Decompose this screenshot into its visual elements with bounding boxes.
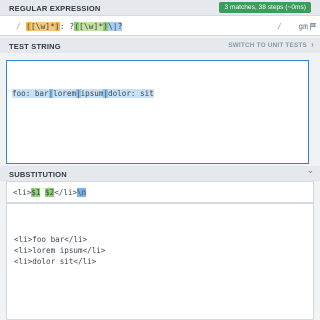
group2-body: [\w]*	[79, 21, 104, 31]
regex-header-title: REGULAR EXPRESSION	[9, 3, 101, 13]
sub-li-open: <li>	[13, 188, 32, 197]
pattern-separator: :	[59, 21, 70, 31]
sub-newline: \n	[77, 188, 87, 197]
substitution-result: <li>foo bar</li> <li>lorem ipsum</li> <l…	[6, 203, 314, 320]
test-string-text[interactable]: foo: bar|lorem|ipsum|dolor: sit	[12, 89, 154, 99]
substitution-header-title: SUBSTITUTION	[9, 169, 67, 179]
test-string-header: TEST STRING SWITCH TO UNIT TESTS ›	[0, 38, 320, 53]
match-info-badge[interactable]: 3 matches, 38 steps (~0ms)	[219, 2, 311, 13]
match-2-pipe: |	[76, 89, 81, 98]
test-string-header-title: TEST STRING	[9, 41, 61, 51]
switch-chevron-icon[interactable]: ›	[311, 40, 314, 49]
group1-body: [\w]*	[30, 21, 55, 31]
regex-flags[interactable]: gm	[298, 22, 308, 31]
substitution-input[interactable]: <li>$1 $2</li>\n	[6, 181, 314, 203]
sub-li-close: </li>	[54, 188, 78, 197]
test-string-editor[interactable]: foo: bar|lorem|ipsum|dolor: sit	[6, 60, 309, 164]
regex-header: REGULAR EXPRESSION 3 matches, 38 steps (…	[0, 0, 320, 15]
substitution-header: SUBSTITUTION ⌄	[0, 166, 320, 181]
match-1: foo: bar	[12, 89, 49, 98]
match-3: dolor: sit	[108, 89, 154, 98]
match-2b: ipsum	[80, 89, 104, 98]
group3-pipe: \|?	[107, 21, 123, 31]
result-line-3: <li>dolor sit</li>	[14, 257, 97, 266]
result-line-2: <li>lorem ipsum</li>	[14, 246, 106, 255]
flag-icon[interactable]	[310, 23, 316, 30]
match-2a: lorem	[53, 89, 77, 98]
substitution-text[interactable]: <li>$1 $2</li>\n	[13, 188, 87, 198]
regex-open-delimiter: /	[16, 22, 21, 31]
regex-input-row[interactable]: / ([\w]*): ?([\w]*)\|? / gm	[0, 15, 320, 36]
regex-pattern-input[interactable]: ([\w]*): ?([\w]*)\|?	[26, 21, 123, 32]
result-line-1: <li>foo bar</li>	[14, 235, 88, 244]
sub-ref-2: $2	[45, 188, 55, 197]
switch-to-unit-tests-link[interactable]: SWITCH TO UNIT TESTS	[228, 42, 307, 49]
regex-close-delimiter: /	[277, 22, 282, 31]
substitution-chevron-icon[interactable]: ⌄	[307, 166, 314, 175]
